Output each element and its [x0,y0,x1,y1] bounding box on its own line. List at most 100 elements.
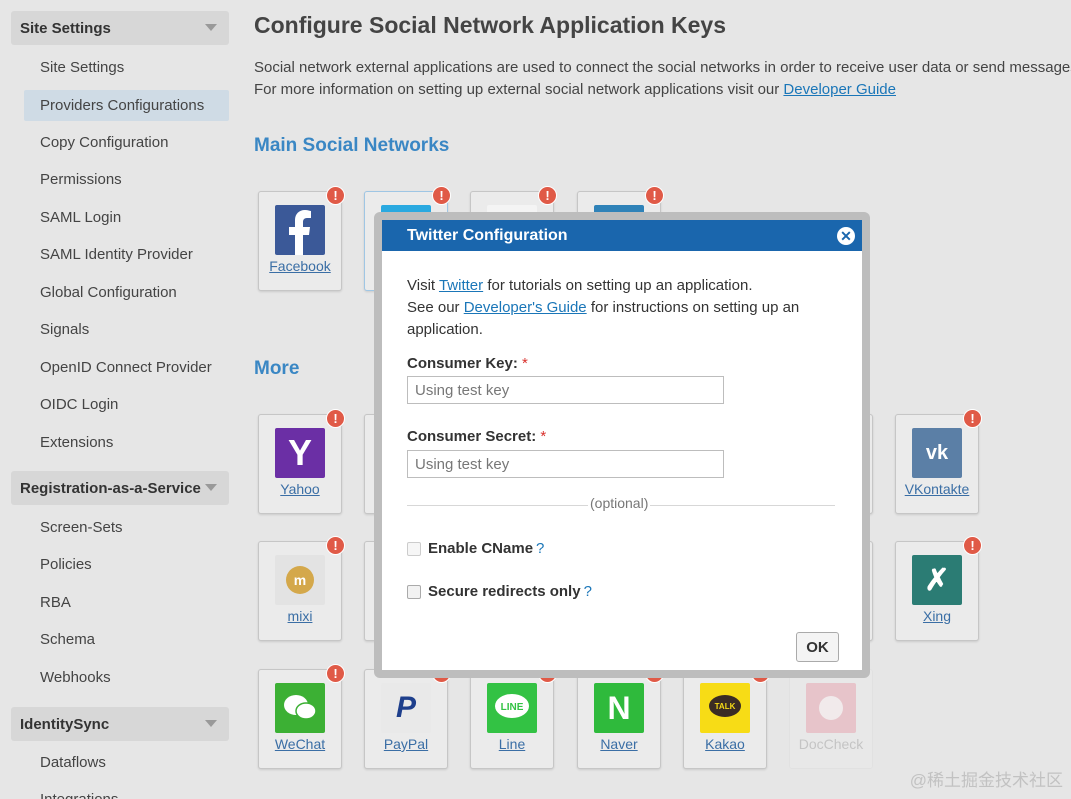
sidebar-item-integrations[interactable]: Integrations [24,784,229,799]
sidebar-item-rba[interactable]: RBA [24,587,229,618]
desc-text: for tutorials on setting up an applicati… [483,277,753,294]
help-icon[interactable]: ? [584,583,592,600]
consumer-secret-label: Consumer Secret: * [407,428,546,445]
sidebar-item-global-configuration[interactable]: Global Configuration [24,277,229,308]
tile-label: PayPal [383,736,429,752]
sidebar-item-site-settings[interactable]: Site Settings [24,52,229,83]
more-heading: More [254,358,300,379]
section-title: Registration-as-a-Service [20,479,201,497]
secure-redirects-row: Secure redirects only ? [407,583,592,600]
tile-label: WeChat [274,736,326,752]
secure-redirects-label: Secure redirects only [428,583,581,600]
intro-line-2: For more information on setting up exter… [254,79,1071,101]
consumer-secret-input[interactable] [407,450,724,478]
twitter-configuration-dialog: Twitter Configuration ✕ Visit Twitter fo… [382,220,862,670]
optional-label: (optional) [588,495,651,511]
tile-label: Yahoo [280,481,320,497]
required-mark: * [522,355,528,372]
tile-line[interactable]: LINE Line ! [470,664,557,769]
mixi-icon: m [275,555,325,605]
dialog-title: Twitter Configuration [407,226,568,244]
section-title: IdentitySync [20,715,110,733]
sidebar-item-providers-configurations[interactable]: Providers Configurations [24,90,229,121]
alert-icon: ! [326,664,345,683]
sidebar-item-saml-login[interactable]: SAML Login [24,202,229,233]
tile-paypal[interactable]: P PayPal ! [364,664,451,769]
dialog-description: Visit Twitter for tutorials on setting u… [407,275,827,341]
alert-icon: ! [538,186,557,205]
sidebar-item-permissions[interactable]: Permissions [24,164,229,195]
tile-label: Kakao [705,736,745,752]
enable-cname-checkbox[interactable] [407,541,421,556]
sidebar-item-extensions[interactable]: Extensions [24,427,229,458]
alert-icon: ! [432,186,451,205]
tile-naver[interactable]: N Naver ! [577,664,664,769]
paypal-icon: P [381,683,431,733]
alert-icon: ! [326,536,345,555]
enable-cname-row: Enable CName ? [407,540,544,557]
alert-icon: ! [963,409,982,428]
tile-label: mixi [287,608,313,624]
sidebar-item-screen-sets[interactable]: Screen-Sets [24,512,229,543]
sidebar-item-saml-identity-provider[interactable]: SAML Identity Provider [24,239,229,270]
tile-yahoo[interactable]: Y Yahoo ! [258,409,345,514]
sidebar-item-schema[interactable]: Schema [24,624,229,655]
section-header-site-settings[interactable]: Site Settings [11,11,229,45]
tile-label: Xing [922,608,952,624]
label-text: Consumer Secret: [407,428,537,445]
developer-guide-link[interactable]: Developer Guide [783,81,896,98]
tile-facebook[interactable]: Facebook ! [258,186,345,291]
wechat-icon [275,683,325,733]
naver-icon: N [594,683,644,733]
alert-icon: ! [645,186,664,205]
sidebar-item-policies[interactable]: Policies [24,549,229,580]
dialog-desc-line-1: Visit Twitter for tutorials on setting u… [407,275,827,297]
sidebar-item-signals[interactable]: Signals [24,314,229,345]
alert-icon: ! [326,409,345,428]
sidebar-item-openid-connect-provider[interactable]: OpenID Connect Provider [24,352,229,383]
page-title: Configure Social Network Application Key… [254,12,727,38]
facebook-icon [275,205,325,255]
sidebar: Site Settings Site Settings Providers Co… [0,0,240,799]
intro-line-1: Social network external applications are… [254,59,1071,76]
tile-label: VKontakte [904,481,970,497]
alert-icon: ! [963,536,982,555]
twitter-link[interactable]: Twitter [439,277,483,294]
tile-label: Line [498,736,526,752]
tile-label: DocCheck [798,736,864,752]
section-header-registration-as-a-service[interactable]: Registration-as-a-Service [11,471,229,505]
tile-label: Naver [600,736,638,752]
tile-kakao[interactable]: TALK Kakao ! [683,664,770,769]
desc-text: See our [407,299,464,316]
dialog-desc-line-2: See our Developer's Guide for instructio… [407,297,827,341]
yahoo-icon: Y [275,428,325,478]
tile-wechat[interactable]: WeChat ! [258,664,345,769]
close-icon[interactable]: ✕ [837,227,855,245]
dialog-header: Twitter Configuration ✕ [382,220,862,251]
tile-label: Facebook [269,258,331,274]
section-title: Site Settings [20,19,111,37]
required-mark: * [540,428,547,445]
tile-doccheck[interactable]: DocCheck [789,669,873,769]
help-icon[interactable]: ? [536,540,544,557]
sidebar-item-dataflows[interactable]: Dataflows [24,747,229,778]
sidebar-item-oidc-login[interactable]: OIDC Login [24,389,229,420]
optional-divider: (optional) [407,495,835,511]
tile-vkontakte[interactable]: vk VKontakte ! [895,409,982,514]
sidebar-item-copy-configuration[interactable]: Copy Configuration [24,127,229,158]
line-icon: LINE [487,683,537,733]
secure-redirects-checkbox[interactable] [407,584,421,599]
tile-xing[interactable]: ✗ Xing ! [895,536,982,641]
developers-guide-link[interactable]: Developer's Guide [464,299,587,316]
doccheck-icon [806,683,856,733]
section-header-identitysync[interactable]: IdentitySync [11,707,229,741]
intro-text: Social network external applications are… [254,57,1071,101]
enable-cname-label: Enable CName [428,540,534,557]
svg-text:m: m [294,572,306,588]
consumer-key-input[interactable] [407,376,724,404]
sidebar-item-webhooks[interactable]: Webhooks [24,662,229,693]
xing-icon: ✗ [912,555,962,605]
ok-button[interactable]: OK [796,632,839,662]
tile-mixi[interactable]: m mixi ! [258,536,345,641]
vkontakte-icon: vk [912,428,962,478]
